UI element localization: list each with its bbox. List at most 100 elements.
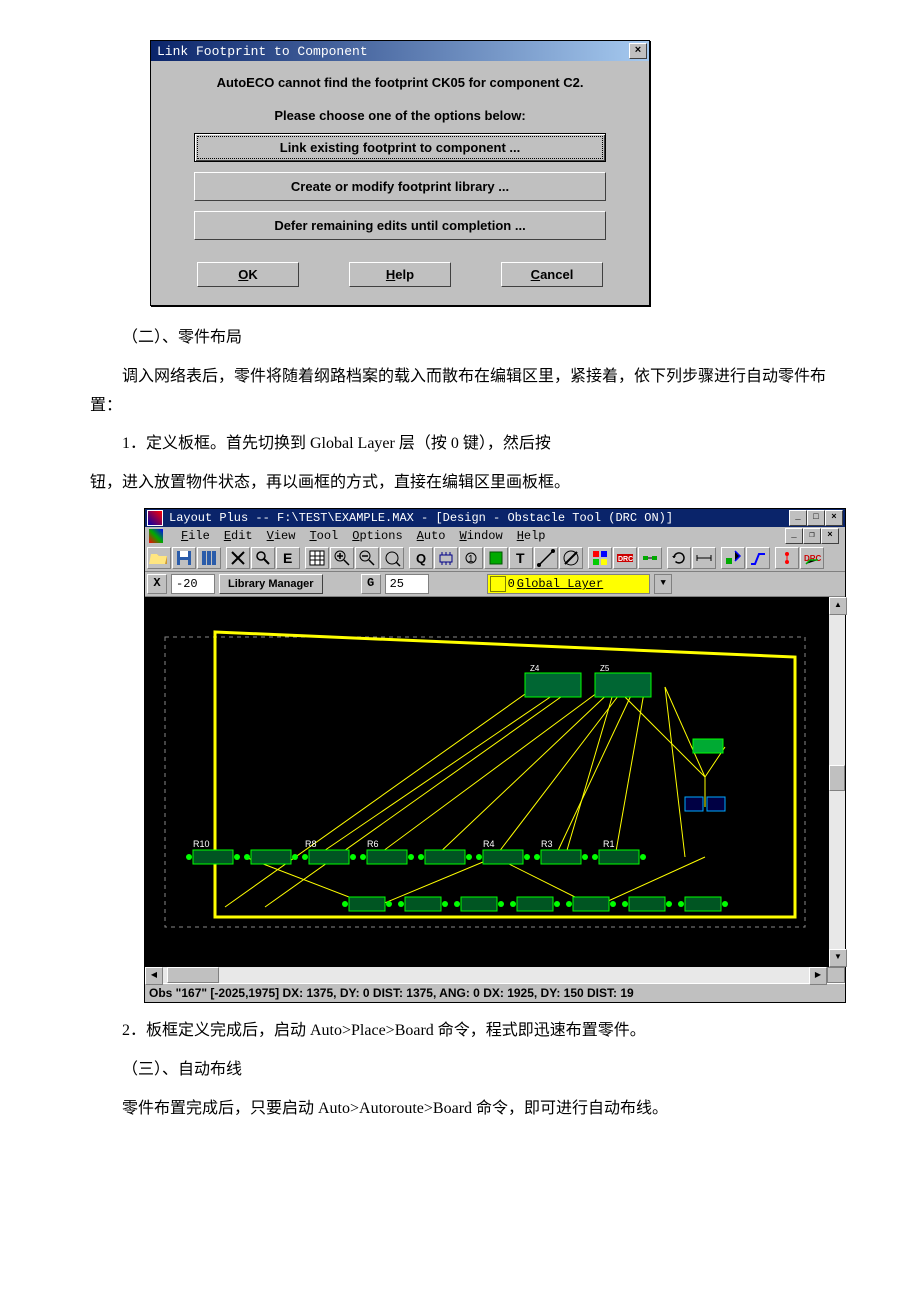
vscroll-thumb[interactable] bbox=[829, 765, 845, 791]
maximize-icon[interactable]: □ bbox=[807, 510, 825, 526]
svg-text:R4: R4 bbox=[483, 839, 495, 849]
color-icon[interactable] bbox=[588, 547, 612, 569]
scroll-up-icon[interactable]: ▲ bbox=[829, 597, 847, 615]
cancel-button[interactable]: Cancel bbox=[501, 262, 603, 287]
minimize-icon[interactable]: _ bbox=[789, 510, 807, 526]
svg-text:1: 1 bbox=[468, 554, 474, 565]
scroll-right-icon[interactable]: ▶ bbox=[809, 967, 827, 985]
svg-text:R8: R8 bbox=[305, 839, 317, 849]
mdi-close-icon[interactable]: × bbox=[821, 528, 839, 544]
delete-icon[interactable] bbox=[226, 547, 250, 569]
layer-dropdown-icon[interactable]: ▼ bbox=[654, 574, 672, 594]
tool-a-icon[interactable] bbox=[775, 547, 799, 569]
layer-swatch bbox=[490, 576, 506, 592]
refresh-icon[interactable] bbox=[667, 547, 691, 569]
x-label[interactable]: X bbox=[147, 574, 167, 594]
close-icon[interactable]: × bbox=[825, 510, 843, 526]
app-icon bbox=[147, 510, 163, 526]
obstacle-icon[interactable] bbox=[484, 547, 508, 569]
query-icon[interactable]: Q bbox=[409, 547, 433, 569]
layout-plus-window: Layout Plus -- F:\TEST\EXAMPLE.MAX - [De… bbox=[144, 508, 846, 1003]
g-label[interactable]: G bbox=[361, 574, 381, 594]
scroll-down-icon[interactable]: ▼ bbox=[829, 949, 847, 967]
hscroll-thumb[interactable] bbox=[167, 967, 219, 983]
close-icon[interactable]: × bbox=[629, 43, 647, 59]
step-2: 2．板框定义完成后，启动 Auto>Place>Board 命令，程式即迅速布置… bbox=[90, 1017, 830, 1046]
edit-icon[interactable]: E bbox=[276, 547, 300, 569]
menu-options[interactable]: Options bbox=[352, 529, 402, 543]
menu-help[interactable]: Help bbox=[517, 529, 546, 543]
defer-edits-button[interactable]: Defer remaining edits until completion .… bbox=[194, 211, 606, 240]
svg-text:Q: Q bbox=[416, 551, 426, 566]
design-canvas[interactable]: Z4 Z5 R10 bbox=[145, 597, 829, 967]
menubar: File Edit View Tool Options Auto Window … bbox=[145, 527, 845, 545]
svg-text:R6: R6 bbox=[367, 839, 379, 849]
paragraph-3: 零件布置完成后，只要启动 Auto>Autoroute>Board 命令，即可进… bbox=[90, 1095, 830, 1124]
app-title: Layout Plus -- F:\TEST\EXAMPLE.MAX - [De… bbox=[169, 511, 673, 525]
menu-view[interactable]: View bbox=[267, 529, 296, 543]
menu-file[interactable]: File bbox=[181, 529, 210, 543]
window-buttons: _ □ × bbox=[789, 510, 843, 526]
open-icon[interactable] bbox=[147, 547, 171, 569]
scroll-corner bbox=[827, 967, 845, 983]
paragraph-1: 调入网络表后，零件将随着纲路档案的载入而散布在编辑区里，紧接着，依下列步骤进行自… bbox=[90, 363, 830, 421]
tool-b-icon[interactable]: DRC bbox=[800, 547, 824, 569]
dialog-titlebar: Link Footprint to Component × bbox=[151, 41, 649, 61]
drc-icon[interactable]: DRC bbox=[613, 547, 637, 569]
zoom-all-icon[interactable] bbox=[380, 547, 404, 569]
toolbar: E Q 1 T DRC DRC bbox=[145, 545, 845, 572]
svg-text:R3: R3 bbox=[541, 839, 553, 849]
menu-tool[interactable]: Tool bbox=[309, 529, 338, 543]
dialog-title: Link Footprint to Component bbox=[157, 44, 368, 59]
section-heading-2: （二）、零件布局 bbox=[90, 324, 830, 353]
connection-icon[interactable] bbox=[534, 547, 558, 569]
text-icon[interactable]: T bbox=[509, 547, 533, 569]
hscroll-track[interactable] bbox=[163, 967, 809, 983]
menu-edit[interactable]: Edit bbox=[224, 529, 253, 543]
dimension-icon[interactable] bbox=[692, 547, 716, 569]
vscroll-track[interactable] bbox=[829, 615, 845, 949]
app-title-left: Layout Plus -- F:\TEST\EXAMPLE.MAX - [De… bbox=[147, 510, 673, 526]
scroll-left-icon[interactable]: ◀ bbox=[145, 967, 163, 985]
layer-name: Global Layer bbox=[515, 577, 609, 591]
step-1-a: 1．定义板框。首先切换到 Global Layer 层（按 0 键），然后按 bbox=[90, 430, 830, 459]
mdi-icon[interactable] bbox=[149, 529, 163, 543]
zoom-out-icon[interactable] bbox=[355, 547, 379, 569]
save-icon[interactable] bbox=[172, 547, 196, 569]
svg-text:Z4: Z4 bbox=[530, 664, 540, 673]
layer-combo[interactable]: 0 Global Layer bbox=[487, 574, 651, 594]
mdi-restore-icon[interactable]: ❐ bbox=[803, 528, 821, 544]
menu-window[interactable]: Window bbox=[459, 529, 502, 543]
dialog-message-1: AutoECO cannot find the footprint CK05 f… bbox=[169, 75, 631, 90]
spreadsheet-icon[interactable] bbox=[305, 547, 329, 569]
error-icon[interactable] bbox=[559, 547, 583, 569]
x-value[interactable]: -20 bbox=[171, 574, 215, 594]
layer-index: 0 bbox=[508, 577, 515, 591]
reconnect-icon[interactable] bbox=[638, 547, 662, 569]
component-icon[interactable] bbox=[434, 547, 458, 569]
zoom-in-icon[interactable] bbox=[330, 547, 354, 569]
ok-button[interactable]: OK bbox=[197, 262, 299, 287]
find-icon[interactable] bbox=[251, 547, 275, 569]
place-icon[interactable] bbox=[721, 547, 745, 569]
svg-text:R10: R10 bbox=[193, 839, 210, 849]
board-graphics: Z4 Z5 R10 bbox=[145, 597, 829, 967]
app-titlebar: Layout Plus -- F:\TEST\EXAMPLE.MAX - [De… bbox=[145, 509, 845, 527]
vertical-scrollbar[interactable]: ▲ ▼ bbox=[829, 597, 845, 967]
g-value[interactable]: 25 bbox=[385, 574, 429, 594]
svg-text:R1: R1 bbox=[603, 839, 615, 849]
help-button[interactable]: Help bbox=[349, 262, 451, 287]
app-main: Z4 Z5 R10 bbox=[145, 597, 845, 967]
mdi-window-buttons: _ ❐ × bbox=[785, 528, 839, 544]
link-existing-footprint-button[interactable]: Link existing footprint to component ... bbox=[194, 133, 606, 162]
status-bar: Obs "167" [-2025,1975] DX: 1375, DY: 0 D… bbox=[145, 983, 845, 1002]
library-icon[interactable] bbox=[197, 547, 221, 569]
pin-icon[interactable]: 1 bbox=[459, 547, 483, 569]
route-icon[interactable] bbox=[746, 547, 770, 569]
library-manager-button[interactable]: Library Manager bbox=[219, 574, 323, 594]
link-footprint-dialog: Link Footprint to Component × AutoECO ca… bbox=[150, 40, 650, 306]
create-modify-library-button[interactable]: Create or modify footprint library ... bbox=[194, 172, 606, 201]
menu-auto[interactable]: Auto bbox=[417, 529, 446, 543]
horizontal-scrollbar[interactable]: ◀ ▶ bbox=[145, 967, 845, 983]
mdi-minimize-icon[interactable]: _ bbox=[785, 528, 803, 544]
